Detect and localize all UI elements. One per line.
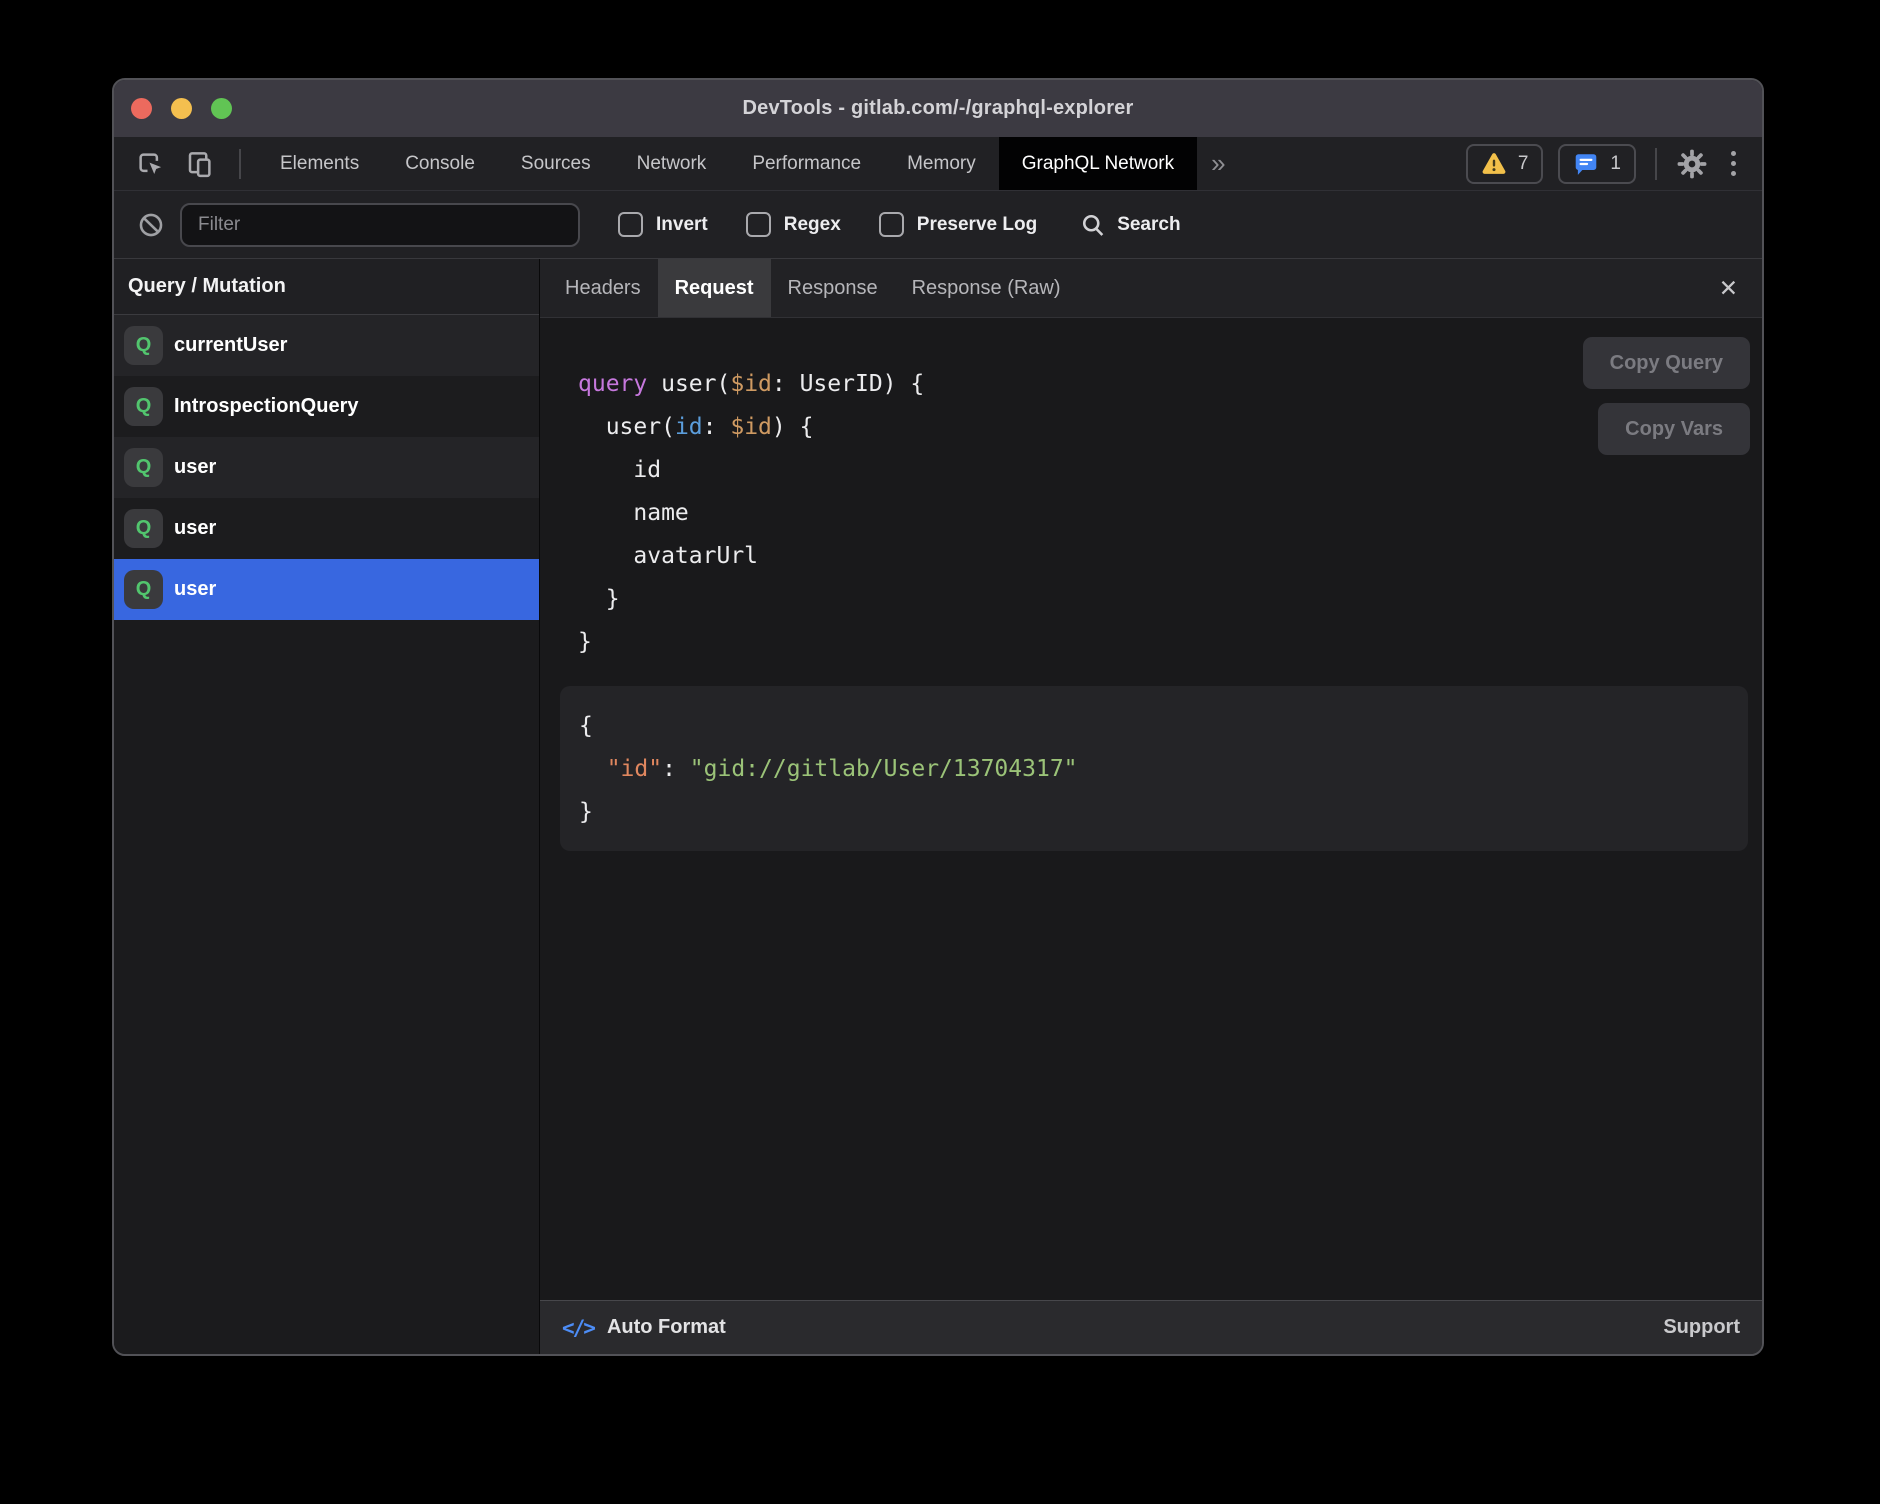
search-icon [1079, 211, 1107, 239]
code-line: id [578, 449, 1762, 492]
checkbox-label-regex: Regex [784, 214, 841, 236]
code-line: { [579, 705, 1748, 748]
clear-block-icon[interactable] [137, 211, 165, 239]
search-control[interactable]: Search [1079, 211, 1180, 239]
tab-network[interactable]: Network [614, 137, 730, 190]
query-list-item[interactable]: Q IntrospectionQuery [114, 376, 539, 437]
filter-input[interactable] [180, 203, 580, 247]
checkbox-box-regex[interactable] [746, 212, 771, 237]
checkbox-label-preserve-log: Preserve Log [917, 214, 1037, 236]
query-item-label: user [174, 456, 216, 479]
query-item-label: user [174, 517, 216, 540]
main-area: Query / Mutation QcurrentUserQIntrospect… [114, 258, 1762, 1354]
query-type-badge: Q [124, 448, 163, 487]
titlebar: DevTools - gitlab.com/-/graphql-explorer [114, 80, 1762, 137]
query-item-label: user [174, 578, 216, 601]
devtools-window: DevTools - gitlab.com/-/graphql-explorer… [112, 78, 1764, 1356]
query-type-badge: Q [124, 509, 163, 548]
support-link[interactable]: Support [1663, 1316, 1740, 1339]
query-type-badge: Q [124, 387, 163, 426]
message-count: 1 [1610, 153, 1621, 175]
copy-vars-button[interactable]: Copy Vars [1598, 403, 1750, 455]
warning-icon [1481, 152, 1507, 176]
more-options-kebab-icon[interactable] [1723, 151, 1744, 176]
panel-tab-strip: HeadersRequestResponseResponse (Raw) [548, 259, 1078, 317]
request-content: query user($id: UserID) { user(id: $id) … [540, 318, 1762, 1300]
code-line: } [578, 578, 1762, 621]
devtools-toolbar: ElementsConsoleSourcesNetworkPerformance… [114, 137, 1762, 190]
auto-format-button[interactable]: </> Auto Format [562, 1316, 726, 1340]
query-list-item[interactable]: Quser [114, 559, 539, 620]
toolbar-icon-group [114, 137, 215, 190]
warning-count: 7 [1518, 153, 1529, 175]
checkbox-label-invert: Invert [656, 214, 708, 236]
query-list-item[interactable]: Quser [114, 498, 539, 559]
message-badge[interactable]: 1 [1558, 144, 1636, 184]
query-list: QcurrentUserQIntrospectionQueryQuserQuse… [114, 315, 539, 620]
panel-tab-request[interactable]: Request [658, 259, 771, 317]
panel-footer: </> Auto Format Support [540, 1300, 1762, 1354]
tab-performance[interactable]: Performance [729, 137, 884, 190]
panel-tab-headers[interactable]: Headers [548, 259, 658, 317]
device-toolbar-icon[interactable] [185, 149, 215, 179]
auto-format-label: Auto Format [607, 1316, 726, 1339]
warning-badge[interactable]: 7 [1466, 144, 1544, 184]
toolbar-right-separator [1655, 148, 1657, 180]
filter-bar: Invert Regex Preserve Log Search [114, 190, 1762, 258]
close-icon[interactable]: ✕ [1711, 273, 1746, 304]
query-list-item[interactable]: Quser [114, 437, 539, 498]
filter-checkbox-group: Invert Regex Preserve Log [580, 212, 1037, 237]
tab-memory[interactable]: Memory [884, 137, 999, 190]
query-item-label: currentUser [174, 334, 287, 357]
sidebar-header: Query / Mutation [114, 259, 539, 315]
request-panel: HeadersRequestResponseResponse (Raw) ✕ q… [540, 259, 1762, 1354]
search-label: Search [1117, 214, 1180, 236]
code-line: } [579, 791, 1748, 834]
zoom-window-button[interactable] [211, 98, 232, 119]
window-title: DevTools - gitlab.com/-/graphql-explorer [742, 97, 1133, 120]
tab-elements[interactable]: Elements [257, 137, 382, 190]
query-item-label: IntrospectionQuery [174, 395, 358, 418]
checkbox-regex[interactable]: Regex [746, 212, 841, 237]
tab-sources[interactable]: Sources [498, 137, 614, 190]
checkbox-box-preserve-log[interactable] [879, 212, 904, 237]
panel-tab-response[interactable]: Response [771, 259, 895, 317]
tab-console[interactable]: Console [382, 137, 498, 190]
variables-box: { "id": "gid://gitlab/User/13704317"} [560, 686, 1748, 851]
request-panel-tabs: HeadersRequestResponseResponse (Raw) ✕ [540, 259, 1762, 318]
inspect-element-icon[interactable] [135, 149, 165, 179]
minimize-window-button[interactable] [171, 98, 192, 119]
checkbox-box-invert[interactable] [618, 212, 643, 237]
message-icon [1573, 151, 1599, 177]
close-window-button[interactable] [131, 98, 152, 119]
settings-gear-icon[interactable] [1676, 148, 1708, 180]
toolbar-separator [239, 149, 241, 179]
code-line: name [578, 492, 1762, 535]
tab-graphql-network[interactable]: GraphQL Network [999, 137, 1197, 190]
more-panels-chevron-icon[interactable]: » [1197, 137, 1239, 190]
toolbar-right-group: 7 1 [1466, 137, 1762, 190]
query-sidebar: Query / Mutation QcurrentUserQIntrospect… [114, 259, 540, 1354]
code-line: "id": "gid://gitlab/User/13704317" [579, 748, 1748, 791]
devtools-tab-strip: ElementsConsoleSourcesNetworkPerformance… [257, 137, 1197, 190]
checkbox-invert[interactable]: Invert [618, 212, 708, 237]
code-line: avatarUrl [578, 535, 1762, 578]
traffic-lights [131, 80, 232, 137]
query-type-badge: Q [124, 570, 163, 609]
query-list-item[interactable]: QcurrentUser [114, 315, 539, 376]
panel-tab-response-raw[interactable]: Response (Raw) [895, 259, 1078, 317]
code-brackets-icon: </> [562, 1316, 594, 1340]
query-type-badge: Q [124, 326, 163, 365]
checkbox-preserve-log[interactable]: Preserve Log [879, 212, 1037, 237]
code-line: } [578, 621, 1762, 664]
copy-buttons: Copy Query Copy Vars [1583, 337, 1750, 455]
copy-query-button[interactable]: Copy Query [1583, 337, 1750, 389]
